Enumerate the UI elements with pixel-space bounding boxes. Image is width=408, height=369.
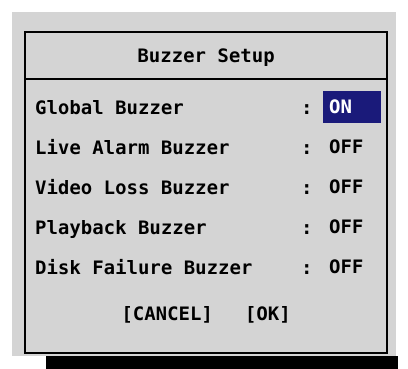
settings-list: Global Buzzer : ON Live Alarm Buzzer : O… <box>35 91 381 291</box>
setting-value-global-buzzer[interactable]: ON <box>323 91 381 123</box>
setting-label: Live Alarm Buzzer <box>35 137 230 159</box>
setting-separator: : <box>301 257 313 279</box>
setting-separator: : <box>301 137 313 159</box>
setting-label: Global Buzzer <box>35 97 184 119</box>
setting-row-global-buzzer[interactable]: Global Buzzer : ON <box>35 91 381 131</box>
setting-value-video-loss-buzzer[interactable]: OFF <box>323 171 371 203</box>
setting-value-live-alarm-buzzer[interactable]: OFF <box>323 131 371 163</box>
setting-separator: : <box>301 217 313 239</box>
setting-separator: : <box>301 177 313 199</box>
setting-label: Disk Failure Buzzer <box>35 257 253 279</box>
setting-label: Video Loss Buzzer <box>35 177 230 199</box>
setting-value-disk-failure-buzzer[interactable]: OFF <box>323 251 371 283</box>
setting-separator: : <box>301 97 313 119</box>
dialog-frame: Buzzer Setup Global Buzzer : ON Live Ala… <box>24 31 388 354</box>
setting-row-video-loss-buzzer[interactable]: Video Loss Buzzer : OFF <box>35 171 380 211</box>
setting-row-playback-buzzer[interactable]: Playback Buzzer : OFF <box>35 211 380 251</box>
setting-value-playback-buzzer[interactable]: OFF <box>323 211 371 243</box>
cancel-button[interactable]: [CANCEL] <box>121 303 213 325</box>
setting-row-live-alarm-buzzer[interactable]: Live Alarm Buzzer : OFF <box>35 131 380 171</box>
dialog-buttons: [CANCEL] [OK] <box>26 303 386 325</box>
setting-label: Playback Buzzer <box>35 217 207 239</box>
dialog-title: Buzzer Setup <box>137 44 275 67</box>
ok-button[interactable]: [OK] <box>245 303 291 325</box>
screen: Buzzer Setup Global Buzzer : ON Live Ala… <box>0 0 408 369</box>
buzzer-setup-dialog: Buzzer Setup Global Buzzer : ON Live Ala… <box>12 12 396 356</box>
title-bar: Buzzer Setup <box>26 33 386 80</box>
setting-row-disk-failure-buzzer[interactable]: Disk Failure Buzzer : OFF <box>35 251 380 291</box>
